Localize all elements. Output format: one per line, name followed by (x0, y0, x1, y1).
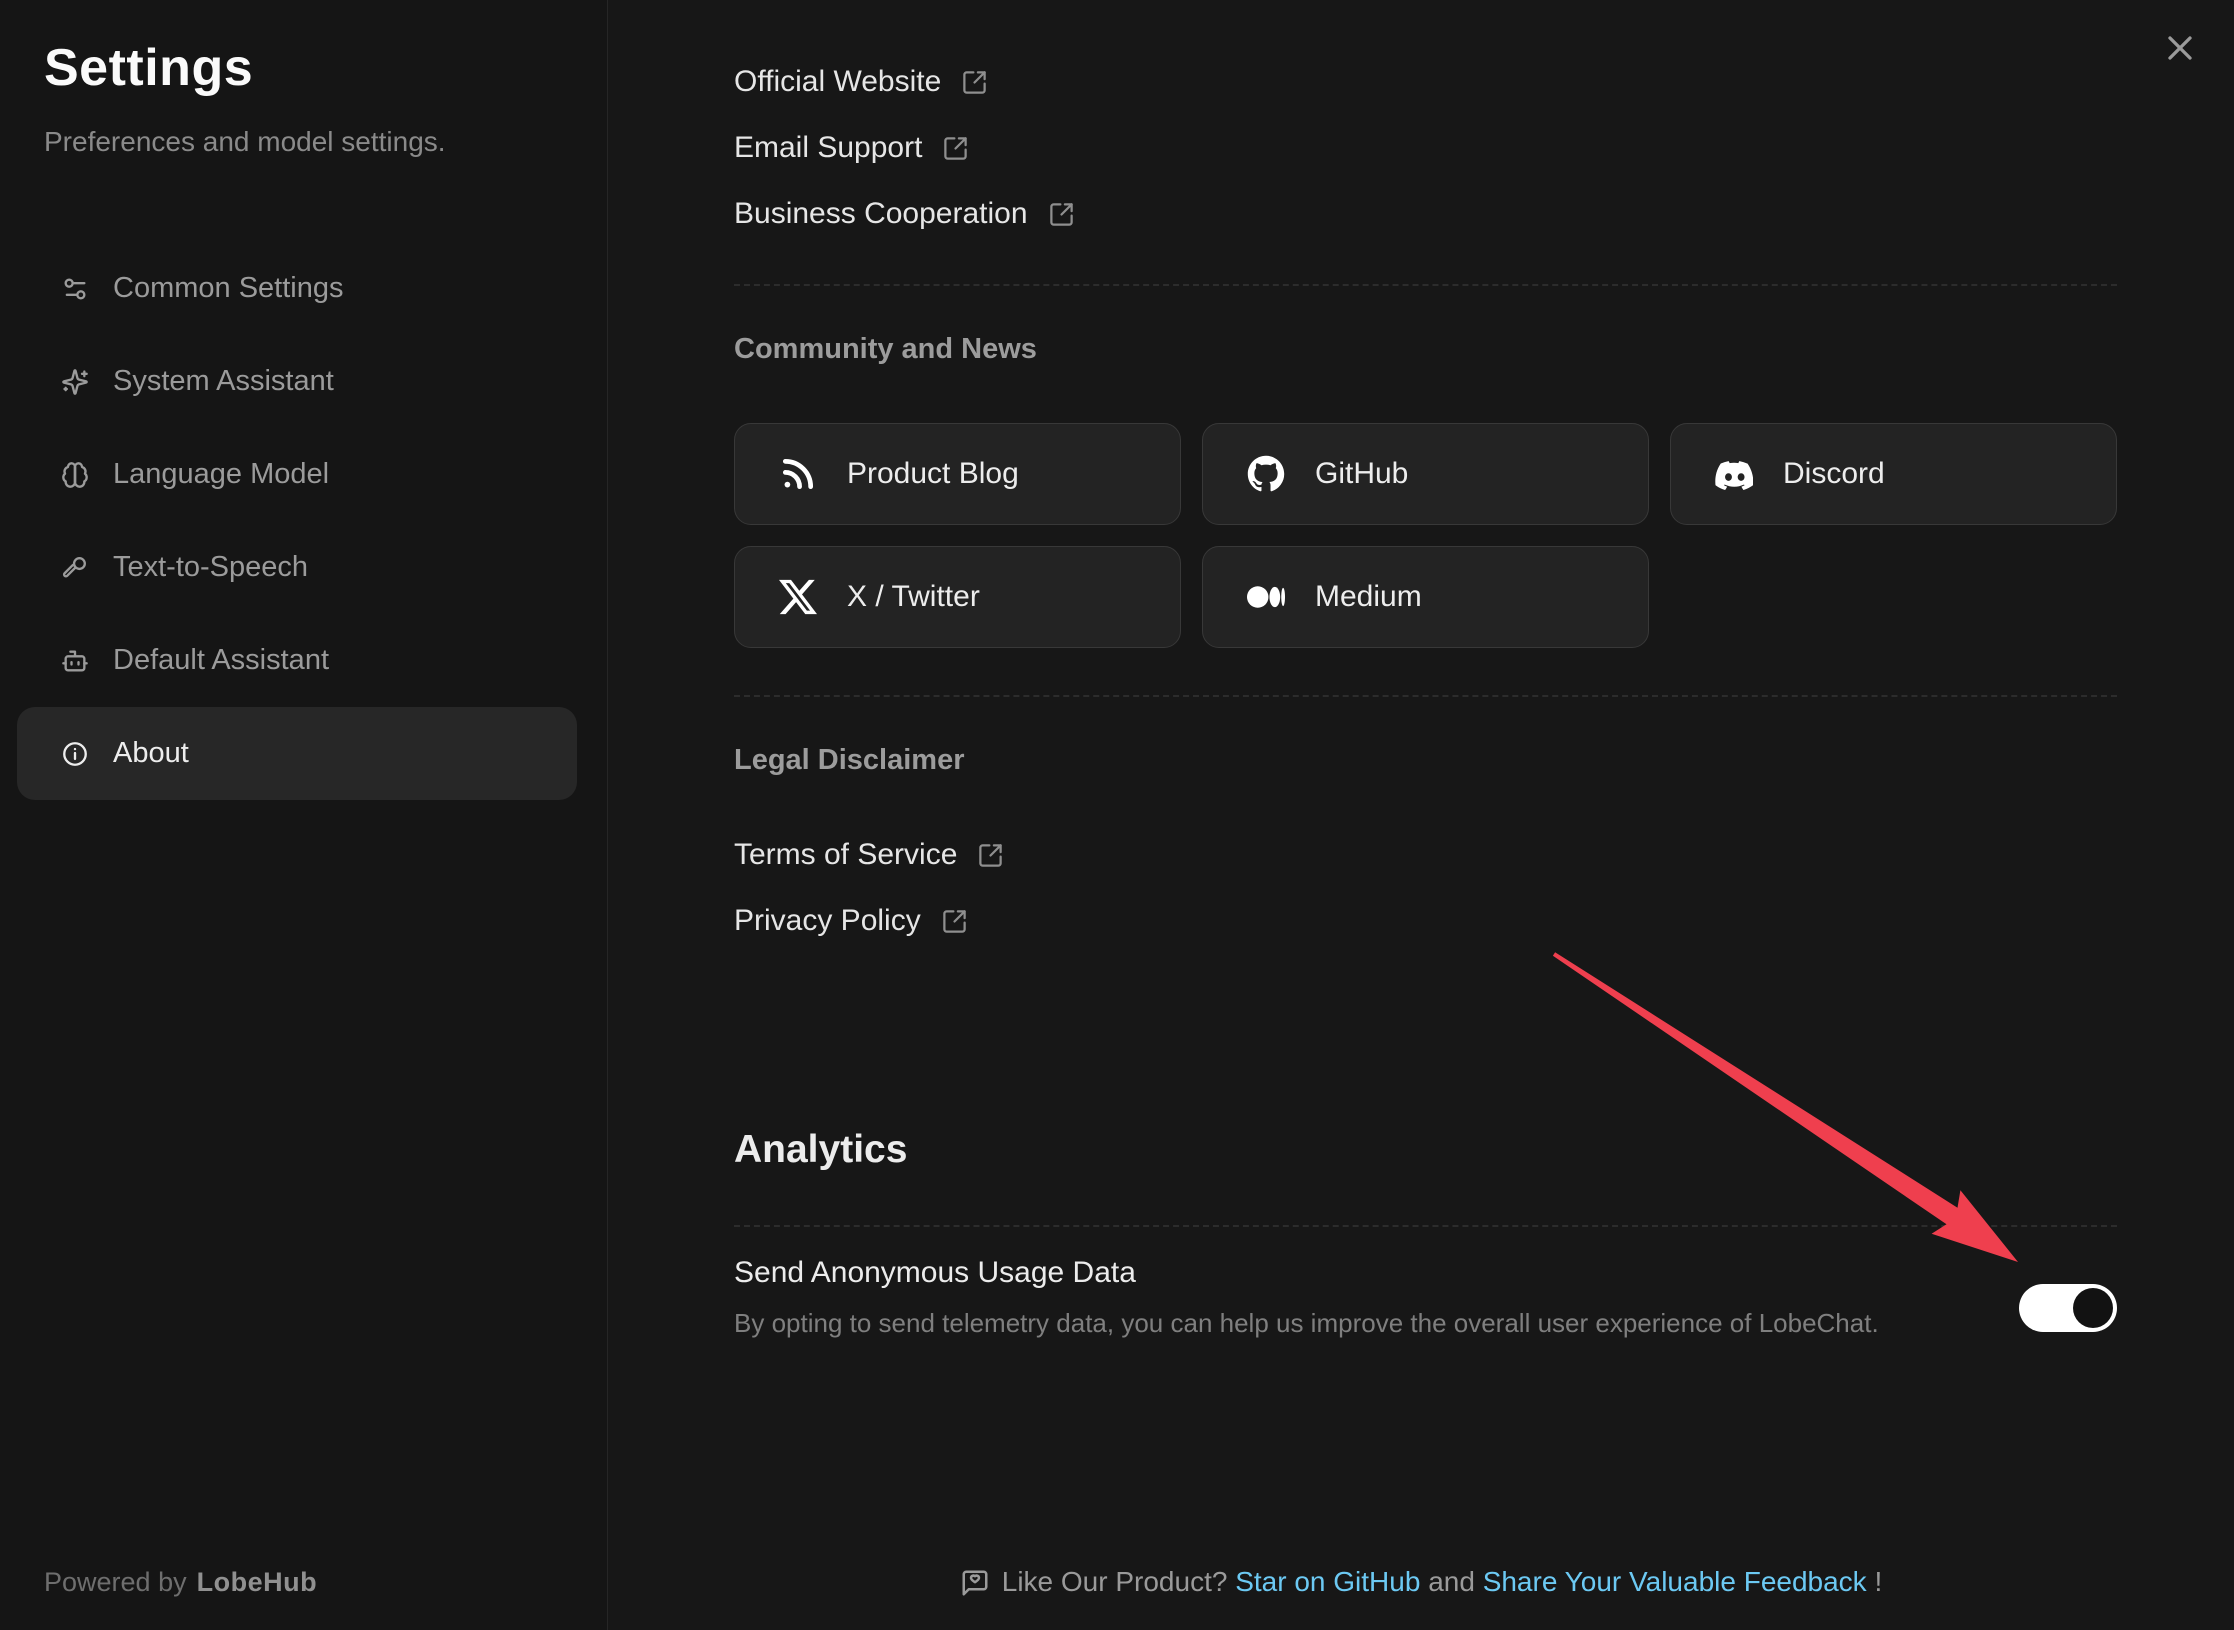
discord-icon (1715, 455, 1753, 493)
link-label: Privacy Policy (734, 904, 921, 938)
page-subtitle: Preferences and model settings. (44, 126, 446, 158)
telemetry-toggle[interactable] (2019, 1284, 2117, 1332)
github-icon (1247, 455, 1285, 493)
section-divider (734, 1225, 2117, 1227)
sidebar-item-common-settings[interactable]: Common Settings (17, 242, 577, 335)
sidebar-item-text-to-speech[interactable]: Text-to-Speech (17, 521, 577, 614)
settings-nav: Common Settings System Assistant Languag… (17, 242, 577, 800)
privacy-policy-link[interactable]: Privacy Policy (734, 888, 968, 954)
sidebar-item-label: Default Assistant (113, 644, 329, 677)
external-link-icon (1048, 201, 1075, 228)
x-twitter-button[interactable]: X / Twitter (734, 546, 1181, 648)
footer-prefix: Like Our Product? (1002, 1566, 1228, 1597)
close-button[interactable] (2160, 28, 2200, 68)
button-label: Product Blog (847, 457, 1019, 491)
button-label: Medium (1315, 580, 1422, 614)
info-icon (61, 740, 89, 768)
telemetry-toggle-label: Send Anonymous Usage Data (734, 1256, 1136, 1290)
terms-of-service-link[interactable]: Terms of Service (734, 822, 1004, 888)
rss-icon (779, 455, 817, 493)
sparkles-icon (61, 368, 89, 396)
about-content: Contact Us Official Website Email Suppor… (734, 0, 2117, 1630)
powered-by: Powered by LobeHub (44, 1567, 317, 1598)
sidebar-item-label: About (113, 737, 189, 770)
medium-icon (1247, 578, 1285, 616)
contact-section-title: Contact Us (734, 0, 887, 7)
email-support-link[interactable]: Email Support (734, 115, 969, 181)
bot-icon (61, 647, 89, 675)
settings-modal: Settings Preferences and model settings.… (0, 0, 2234, 1630)
external-link-icon (961, 69, 988, 96)
sidebar-item-label: Text-to-Speech (113, 551, 308, 584)
sidebar-item-label: Common Settings (113, 272, 344, 305)
analytics-section-title: Analytics (734, 1128, 907, 1172)
star-on-github-link[interactable]: Star on GitHub (1235, 1566, 1420, 1597)
about-panel: Contact Us Official Website Email Suppor… (608, 0, 2234, 1630)
sidebar-item-system-assistant[interactable]: System Assistant (17, 335, 577, 428)
legal-section-title: Legal Disclaimer (734, 744, 965, 777)
brain-icon (61, 461, 89, 489)
main-footer: Like Our Product? Star on GitHub and Sha… (608, 1562, 2234, 1602)
link-label: Business Cooperation (734, 197, 1028, 231)
feedback-bubble-icon (960, 1568, 990, 1598)
close-icon (2160, 28, 2200, 68)
community-section-title: Community and News (734, 333, 1037, 366)
medium-button[interactable]: Medium (1202, 546, 1649, 648)
powered-by-text: Powered by (44, 1567, 187, 1597)
sliders-icon (61, 275, 89, 303)
external-link-icon (942, 135, 969, 162)
sidebar-item-default-assistant[interactable]: Default Assistant (17, 614, 577, 707)
footer-suffix: ! (1874, 1566, 1882, 1597)
toggle-knob (2073, 1288, 2113, 1328)
github-button[interactable]: GitHub (1202, 423, 1649, 525)
contact-links: Official Website Email Support Business … (734, 49, 1075, 247)
sidebar-item-label: System Assistant (113, 365, 334, 398)
sidebar-item-about[interactable]: About (17, 707, 577, 800)
section-divider (734, 284, 2117, 286)
link-label: Official Website (734, 65, 941, 99)
page-title: Settings (44, 38, 253, 98)
telemetry-toggle-description: By opting to send telemetry data, you ca… (734, 1308, 1879, 1339)
community-buttons: Product Blog GitHub Discord (734, 423, 2117, 648)
button-label: GitHub (1315, 457, 1408, 491)
external-link-icon (977, 842, 1004, 869)
brand-logo[interactable]: LobeHub (197, 1567, 317, 1597)
link-label: Email Support (734, 131, 922, 165)
button-label: Discord (1783, 457, 1885, 491)
legal-links: Terms of Service Privacy Policy (734, 822, 1004, 954)
x-logo-icon (779, 578, 817, 616)
section-divider (734, 695, 2117, 697)
settings-sidebar: Settings Preferences and model settings.… (0, 0, 608, 1630)
discord-button[interactable]: Discord (1670, 423, 2117, 525)
business-cooperation-link[interactable]: Business Cooperation (734, 181, 1075, 247)
footer-middle: and (1428, 1566, 1475, 1597)
link-label: Terms of Service (734, 838, 957, 872)
share-feedback-link[interactable]: Share Your Valuable Feedback (1483, 1566, 1867, 1597)
sidebar-item-label: Language Model (113, 458, 329, 491)
sidebar-item-language-model[interactable]: Language Model (17, 428, 577, 521)
external-link-icon (941, 908, 968, 935)
official-website-link[interactable]: Official Website (734, 49, 988, 115)
button-label: X / Twitter (847, 580, 980, 614)
product-blog-button[interactable]: Product Blog (734, 423, 1181, 525)
mic-icon (61, 554, 89, 582)
